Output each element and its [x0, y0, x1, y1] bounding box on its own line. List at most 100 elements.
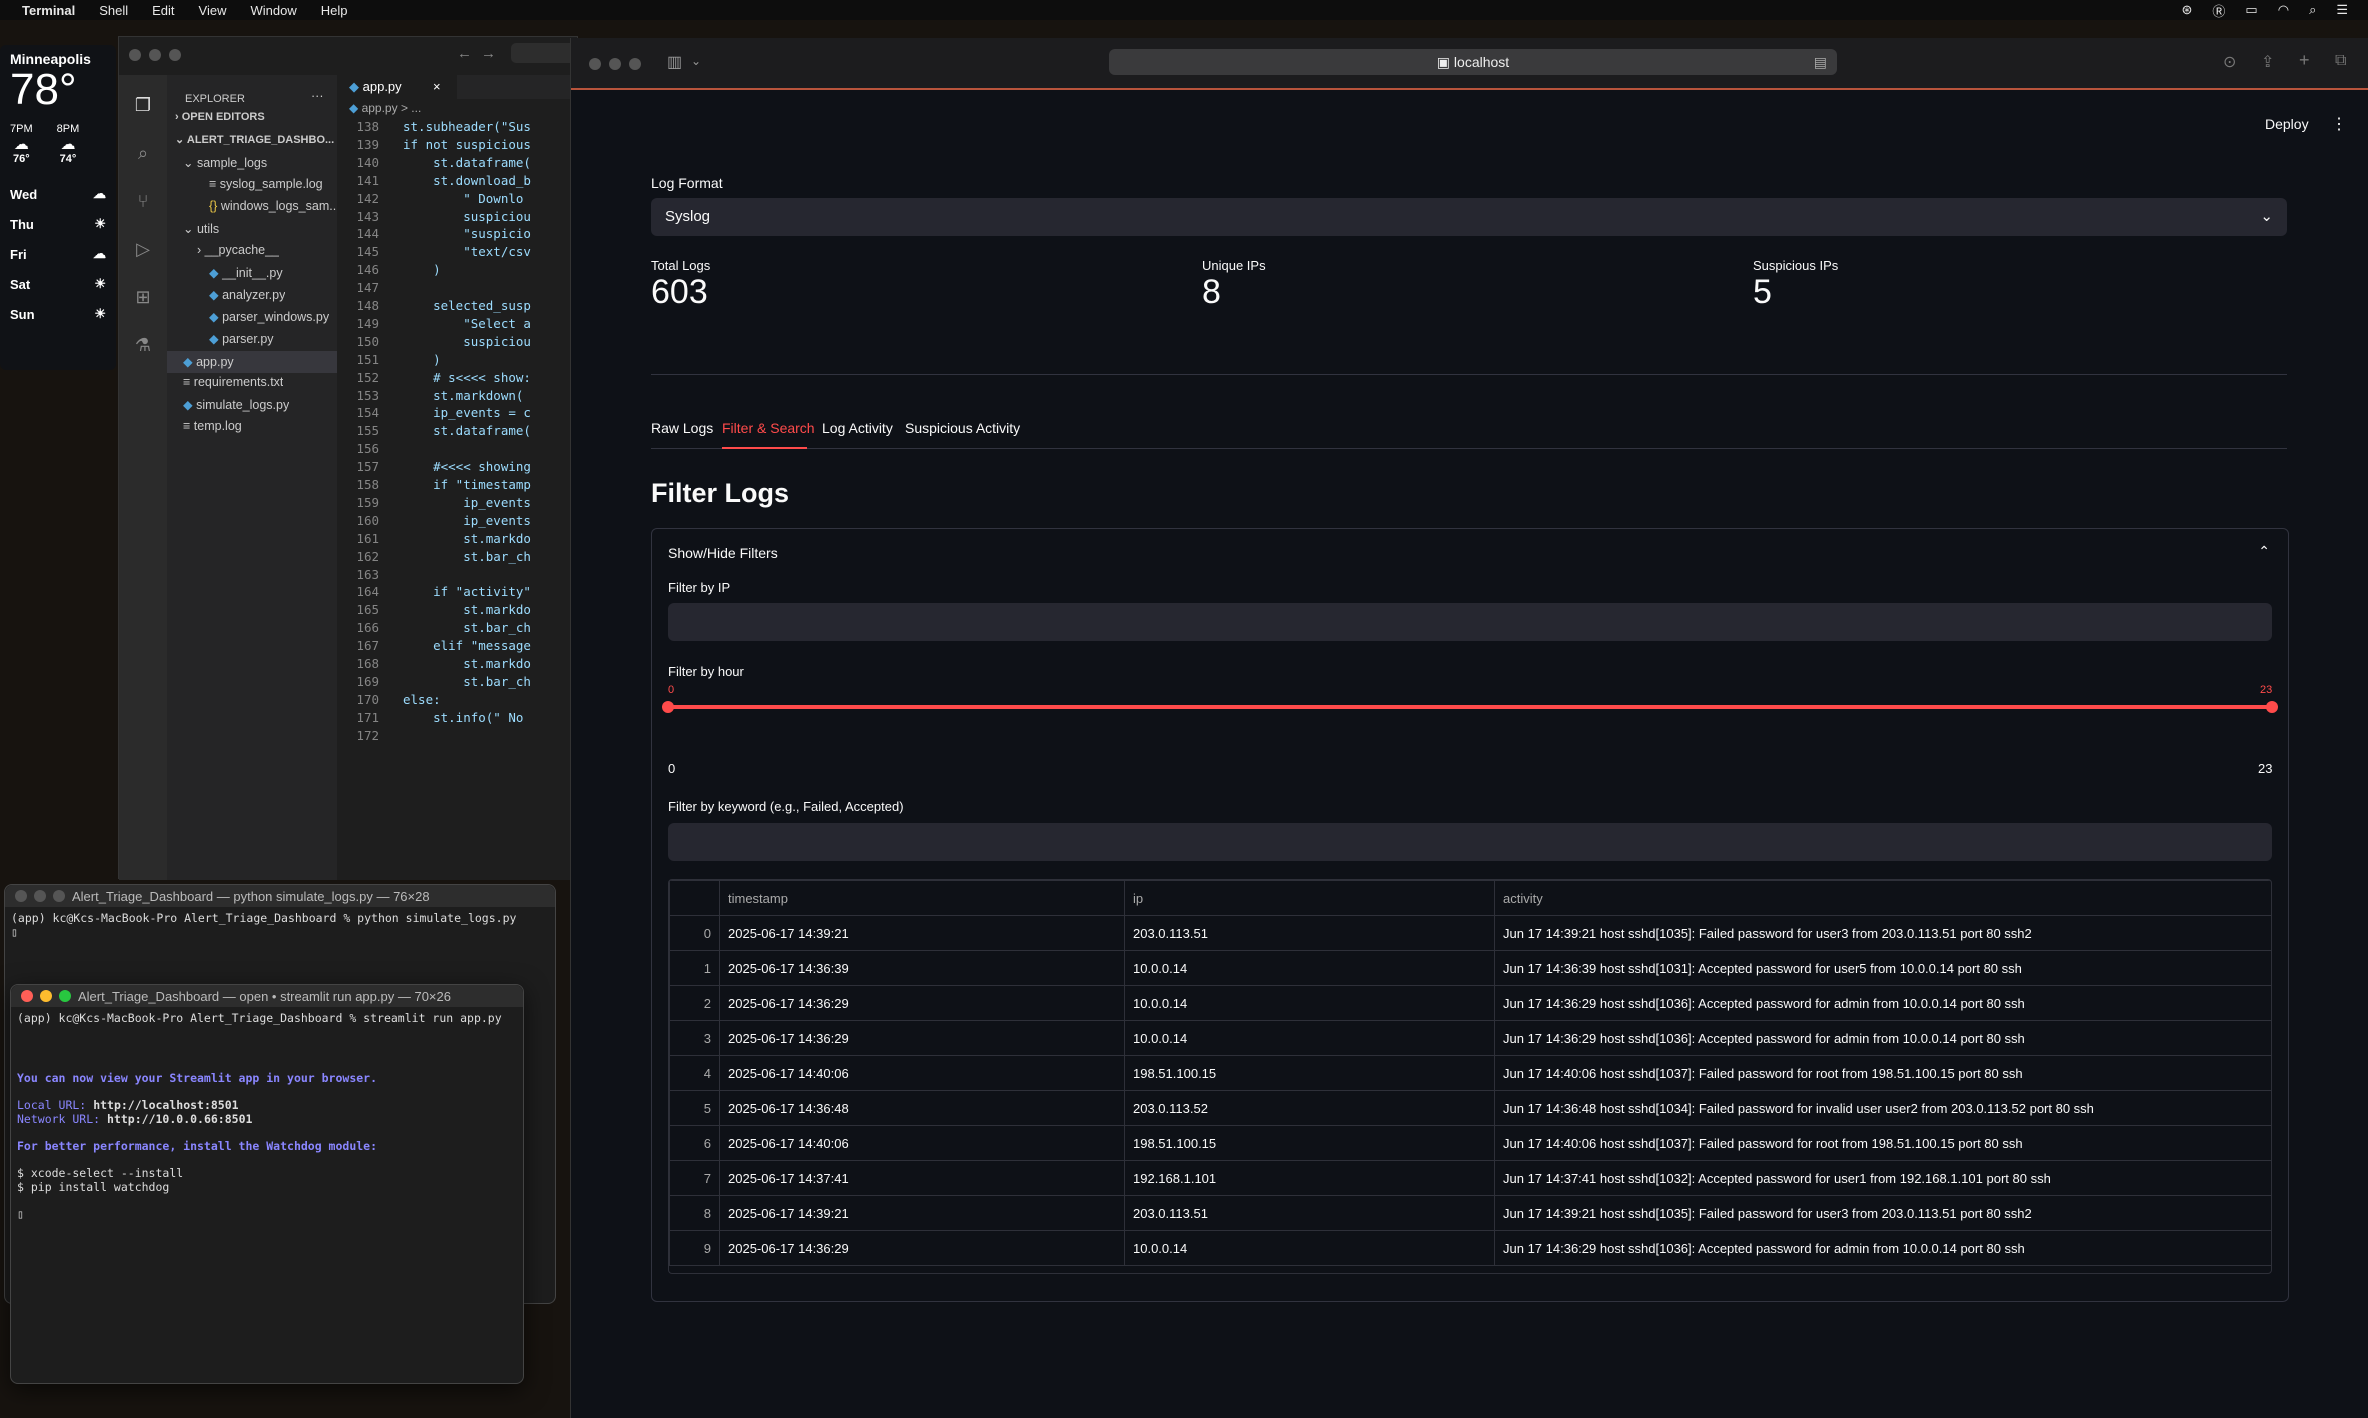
- cell-activity[interactable]: Jun 17 14:36:29 host sshd[1036]: Accepte…: [1494, 1020, 2271, 1056]
- cell-ip[interactable]: 10.0.0.14: [1124, 1230, 1495, 1266]
- menu-window[interactable]: Window: [251, 3, 297, 18]
- cell-activity[interactable]: Jun 17 14:36:48 host sshd[1034]: Failed …: [1494, 1090, 2271, 1126]
- minimize-window-button[interactable]: [40, 990, 52, 1002]
- cell-activity[interactable]: Jun 17 14:39:21 host sshd[1035]: Failed …: [1494, 915, 2271, 951]
- cell-activity[interactable]: Jun 17 14:40:06 host sshd[1037]: Failed …: [1494, 1125, 2271, 1161]
- table-row[interactable]: 2 2025-06-17 14:36:29 10.0.0.14 Jun 17 14:3…: [669, 985, 2271, 1021]
- cell-activity[interactable]: Jun 17 14:40:06 host sshd[1037]: Failed …: [1494, 1055, 2271, 1091]
- cell-activity[interactable]: Jun 17 14:36:39 host sshd[1031]: Accepte…: [1494, 950, 2271, 986]
- cell-activity[interactable]: Jun 17 14:36:29 host sshd[1036]: Accepte…: [1494, 1230, 2271, 1266]
- weather-widget[interactable]: Minneapolis 78° 7PM ☁ 76° 8PM ☁ 74° Wed ☁…: [0, 45, 116, 370]
- table-row[interactable]: 6 2025-06-17 14:40:06 198.51.100.15 Jun 17 …: [669, 1125, 2271, 1161]
- close-window-button[interactable]: [15, 890, 27, 902]
- menu-app-terminal[interactable]: Terminal: [22, 3, 75, 18]
- chevron-up-icon[interactable]: ⌃: [2258, 543, 2270, 560]
- search-icon[interactable]: ⌕: [133, 143, 153, 163]
- cell-timestamp[interactable]: 2025-06-17 14:39:21: [719, 915, 1125, 951]
- creative-cloud-icon[interactable]: ⊛: [2182, 2, 2193, 18]
- tab-overview-icon[interactable]: ⧉: [2335, 52, 2346, 70]
- tree-item[interactable]: ◆ parser_windows.py: [209, 309, 329, 324]
- new-tab-icon[interactable]: +: [2299, 50, 2310, 71]
- cell-timestamp[interactable]: 2025-06-17 14:36:29: [719, 1020, 1125, 1056]
- tab-suspicious-activity[interactable]: Suspicious Activity: [905, 420, 1020, 436]
- menu-view[interactable]: View: [199, 3, 227, 18]
- row-index[interactable]: 7: [669, 1160, 720, 1196]
- tab-filter-search[interactable]: Filter & Search: [722, 420, 815, 436]
- cell-timestamp[interactable]: 2025-06-17 14:40:06: [719, 1055, 1125, 1091]
- table-row[interactable]: 9 2025-06-17 14:36:29 10.0.0.14 Jun 17 14:3…: [669, 1230, 2271, 1266]
- cell-activity[interactable]: Jun 17 14:37:41 host sshd[1032]: Accepte…: [1494, 1160, 2271, 1196]
- tab-log-activity[interactable]: Log Activity: [822, 420, 893, 436]
- cell-timestamp[interactable]: 2025-06-17 14:37:41: [719, 1160, 1125, 1196]
- breadcrumb[interactable]: ◆ app.py > ...: [349, 101, 421, 115]
- close-window-button[interactable]: [21, 990, 33, 1002]
- hour-slider-track[interactable]: [668, 705, 2272, 709]
- battery-icon[interactable]: ▭: [2245, 2, 2257, 18]
- tree-item[interactable]: ⌄ utils: [183, 221, 219, 236]
- zoom-window-button[interactable]: [53, 890, 65, 902]
- menu-help[interactable]: Help: [321, 3, 348, 18]
- tree-item[interactable]: ≡ temp.log: [183, 419, 242, 433]
- minimize-window-button[interactable]: [34, 890, 46, 902]
- extensions-icon[interactable]: ⊞: [133, 287, 153, 307]
- editor-tab-app-py[interactable]: ◆ app.py ×: [337, 75, 457, 99]
- tree-item[interactable]: › __pycache__: [197, 243, 279, 257]
- code-editor[interactable]: ◆ app.py × ◆ app.py > ... 138 st.subheader…: [337, 75, 579, 880]
- cell-timestamp[interactable]: 2025-06-17 14:36:29: [719, 985, 1125, 1021]
- tree-item[interactable]: ◆ parser.py: [209, 331, 274, 346]
- share-icon[interactable]: ⇪: [2261, 52, 2274, 72]
- cell-ip[interactable]: 203.0.113.51: [1124, 1195, 1495, 1231]
- cell-timestamp[interactable]: 2025-06-17 14:36:39: [719, 950, 1125, 986]
- chevron-down-icon[interactable]: ⌄: [691, 54, 701, 68]
- testing-icon[interactable]: ⚗: [133, 335, 153, 355]
- zoom-window-button[interactable]: [169, 49, 181, 61]
- main-menu-icon[interactable]: ⋮: [2331, 114, 2347, 134]
- expander-header[interactable]: Show/Hide Filters: [668, 545, 778, 561]
- cell-ip[interactable]: 198.51.100.15: [1124, 1125, 1495, 1161]
- cell-timestamp[interactable]: 2025-06-17 14:36:48: [719, 1090, 1125, 1126]
- menu-shell[interactable]: Shell: [99, 3, 128, 18]
- spotlight-icon[interactable]: ⌕: [2309, 2, 2316, 18]
- tab-raw-logs[interactable]: Raw Logs: [651, 420, 713, 436]
- close-window-button[interactable]: [589, 58, 601, 70]
- wifi-icon[interactable]: ◠: [2278, 2, 2289, 18]
- row-index[interactable]: 2: [669, 985, 720, 1021]
- cell-timestamp[interactable]: 2025-06-17 14:39:21: [719, 1195, 1125, 1231]
- filter-keyword-input[interactable]: [668, 823, 2272, 861]
- menu-edit[interactable]: Edit: [152, 3, 174, 18]
- tree-item[interactable]: ◆ analyzer.py: [209, 287, 285, 302]
- table-row[interactable]: 8 2025-06-17 14:39:21 203.0.113.51 Jun 17 1…: [669, 1195, 2271, 1231]
- column-header-timestamp[interactable]: timestamp: [719, 880, 1125, 916]
- forward-arrow-icon[interactable]: →: [481, 45, 496, 62]
- row-index[interactable]: 8: [669, 1195, 720, 1231]
- row-index[interactable]: 1: [669, 950, 720, 986]
- row-index[interactable]: 5: [669, 1090, 720, 1126]
- control-center-icon[interactable]: ☰: [2336, 2, 2348, 18]
- more-actions-icon[interactable]: ···: [311, 89, 324, 103]
- cell-ip[interactable]: 192.168.1.101: [1124, 1160, 1495, 1196]
- slider-low-handle[interactable]: [662, 701, 674, 713]
- cell-ip[interactable]: 10.0.0.14: [1124, 950, 1495, 986]
- profile-icon[interactable]: Ⓡ: [2212, 1, 2225, 20]
- close-tab-icon[interactable]: ×: [433, 75, 441, 99]
- tree-item[interactable]: ◆ simulate_logs.py: [183, 397, 289, 412]
- tree-item[interactable]: ≡ requirements.txt: [183, 375, 283, 389]
- table-row[interactable]: 1 2025-06-17 14:36:39 10.0.0.14 Jun 17 14:3…: [669, 950, 2271, 986]
- cell-timestamp[interactable]: 2025-06-17 14:40:06: [719, 1125, 1125, 1161]
- results-dataframe[interactable]: timestamp ip activity 0 2025-06-17 14:39:…: [668, 879, 2272, 1274]
- back-arrow-icon[interactable]: ←: [457, 45, 472, 62]
- log-format-select[interactable]: Syslog ⌄: [651, 198, 2287, 236]
- cell-timestamp[interactable]: 2025-06-17 14:36:29: [719, 1230, 1125, 1266]
- tree-item[interactable]: ◆ __init__.py: [209, 265, 283, 280]
- slider-high-handle[interactable]: [2266, 701, 2278, 713]
- row-index[interactable]: 3: [669, 1020, 720, 1056]
- cell-ip[interactable]: 10.0.0.14: [1124, 1020, 1495, 1056]
- open-editors-section[interactable]: › OPEN EDITORS: [175, 111, 265, 123]
- cell-ip[interactable]: 203.0.113.52: [1124, 1090, 1495, 1126]
- cell-ip[interactable]: 198.51.100.15: [1124, 1055, 1495, 1091]
- run-debug-icon[interactable]: ▷: [133, 239, 153, 259]
- column-header-ip[interactable]: ip: [1124, 880, 1495, 916]
- row-index[interactable]: 4: [669, 1055, 720, 1091]
- sidebar-toggle-icon[interactable]: ▥: [667, 52, 682, 72]
- files-icon[interactable]: ❐: [133, 95, 153, 115]
